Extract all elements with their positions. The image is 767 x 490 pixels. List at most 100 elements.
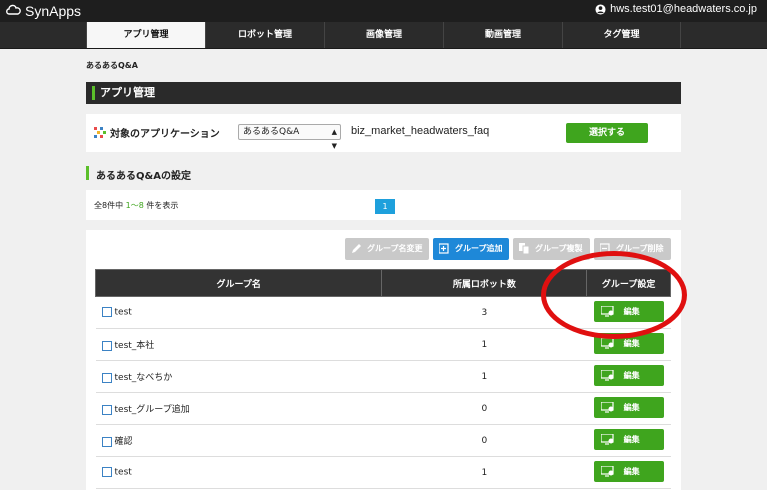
edit-label: 編集 [623, 338, 640, 348]
group-name-cell: test [95, 456, 382, 489]
rename-group-button[interactable]: グループ名変更 [345, 238, 429, 260]
table-row: test_なべちか 1 編集 [95, 360, 671, 393]
pencil-icon [352, 244, 361, 253]
delete-group-button[interactable]: グループ削除 [594, 238, 671, 260]
select-app-button[interactable]: 選択する [566, 123, 648, 143]
edit-button[interactable]: 編集 [593, 332, 664, 354]
result-count: 全8件中 1〜8 件を表示 [94, 200, 178, 211]
edit-label: 編集 [623, 466, 640, 476]
count-suffix: 件を表示 [143, 201, 179, 210]
settings-cell: 編集 [586, 392, 671, 425]
group-name-cell: test [95, 296, 382, 329]
group-table: グループ名 所属ロボット数 グループ設定 test 3 編集 test_本社 1… [94, 269, 671, 489]
row-checkbox[interactable] [101, 404, 112, 415]
delete-icon [600, 243, 610, 254]
group-name-cell: test_なべちか [95, 360, 382, 393]
row-checkbox[interactable] [101, 436, 112, 447]
group-name: test_なべちか [114, 373, 173, 383]
logo-text: SynApps [25, 3, 82, 19]
section-title: アプリ管理 [100, 86, 155, 99]
section-marker [92, 86, 95, 100]
app-select-value: あるあるQ&A [243, 127, 300, 137]
select-arrow-icon: ▲ ▼ [331, 128, 337, 150]
monitor-gear-icon [600, 433, 614, 445]
main-nav: アプリ管理 ロボット管理 画像管理 動画管理 タグ管理 [0, 22, 767, 49]
settings-cell: 編集 [586, 424, 671, 457]
count-prefix: 全8件中 [94, 201, 126, 210]
edit-button[interactable]: 編集 [593, 428, 664, 450]
monitor-gear-icon [600, 465, 614, 477]
breadcrumb: あるあるQ&A [86, 61, 138, 70]
tab-tag-management[interactable]: タグ管理 [562, 22, 681, 48]
group-name-cell: 確認 [95, 424, 382, 457]
column-robot-count: 所属ロボット数 [381, 269, 588, 297]
edit-button[interactable]: 編集 [593, 460, 664, 482]
table-row: test 1 編集 [95, 456, 671, 489]
result-count-panel: 全8件中 1〜8 件を表示 1 [86, 190, 681, 220]
group-name: test_本社 [114, 341, 155, 351]
row-checkbox[interactable] [101, 467, 112, 478]
tab-video-management[interactable]: 動画管理 [443, 22, 562, 48]
column-group-settings: グループ設定 [586, 269, 671, 297]
edit-button[interactable]: 編集 [593, 300, 664, 322]
robot-count: 1 [381, 360, 587, 393]
tab-robot-management[interactable]: ロボット管理 [205, 22, 324, 48]
group-name: test [114, 467, 132, 478]
robot-count: 3 [381, 296, 587, 329]
table-row: test_本社 1 編集 [95, 328, 671, 361]
user-icon [595, 3, 606, 15]
add-group-icon [439, 243, 449, 254]
target-app-label: 対象のアプリケーション [110, 129, 220, 140]
app-selector-panel: 対象のアプリケーション あるあるQ&A ▲ ▼ biz_market_headwa… [86, 114, 681, 152]
group-name-cell: test_本社 [95, 328, 382, 361]
table-row: test 3 編集 [95, 296, 671, 329]
copy-icon [519, 243, 530, 254]
monitor-gear-icon [600, 305, 614, 317]
top-bar: SynApps hws.test01@headwaters.co.jp [0, 0, 767, 22]
edit-button[interactable]: 編集 [593, 396, 664, 418]
group-name: test [114, 307, 132, 318]
edit-label: 編集 [623, 434, 640, 444]
edit-button[interactable]: 編集 [593, 364, 664, 386]
app-icon [94, 127, 106, 138]
add-group-label: グループ追加 [455, 244, 503, 253]
edit-label: 編集 [623, 306, 640, 316]
group-name-cell: test_グループ追加 [95, 392, 382, 425]
user-email: hws.test01@headwaters.co.jp [610, 3, 757, 15]
app-management-header: アプリ管理 [86, 82, 681, 104]
edit-label: 編集 [623, 402, 640, 412]
copy-group-label: グループ複製 [535, 244, 583, 253]
group-table-panel: グループ名変更 グループ追加 グループ複製 グループ削除 グループ名 所属ロボッ… [86, 230, 681, 490]
column-group-name: グループ名 [94, 269, 383, 297]
settings-cell: 編集 [586, 360, 671, 393]
user-menu[interactable]: hws.test01@headwaters.co.jp [595, 3, 757, 15]
settings-title: あるあるQ&Aの設定 [96, 171, 191, 182]
monitor-gear-icon [600, 337, 614, 349]
row-checkbox[interactable] [101, 372, 112, 383]
count-range: 1〜8 [125, 201, 144, 210]
tab-image-management[interactable]: 画像管理 [324, 22, 443, 48]
app-id: biz_market_headwaters_faq [351, 125, 490, 137]
robot-count: 1 [381, 328, 587, 361]
settings-cell: 編集 [586, 456, 671, 489]
row-checkbox[interactable] [101, 307, 112, 318]
add-group-button[interactable]: グループ追加 [433, 238, 509, 260]
table-header-row: グループ名 所属ロボット数 グループ設定 [94, 269, 671, 297]
page-1-button[interactable]: 1 [375, 199, 395, 214]
logo-icon [6, 4, 21, 15]
monitor-gear-icon [600, 369, 614, 381]
edit-label: 編集 [623, 370, 640, 380]
tab-app-management[interactable]: アプリ管理 [86, 22, 205, 48]
synapps-logo[interactable]: SynApps [6, 2, 81, 20]
row-checkbox[interactable] [101, 340, 112, 351]
settings-cell: 編集 [586, 328, 671, 361]
rename-group-label: グループ名変更 [367, 244, 423, 253]
table-row: 確認 0 編集 [95, 424, 671, 457]
settings-cell: 編集 [586, 296, 671, 329]
group-name: 確認 [114, 437, 133, 447]
copy-group-button[interactable]: グループ複製 [513, 238, 590, 260]
table-row: test_グループ追加 0 編集 [95, 392, 671, 425]
section-marker [86, 166, 89, 180]
robot-count: 0 [381, 392, 587, 425]
app-select[interactable]: あるあるQ&A ▲ ▼ [238, 124, 341, 150]
